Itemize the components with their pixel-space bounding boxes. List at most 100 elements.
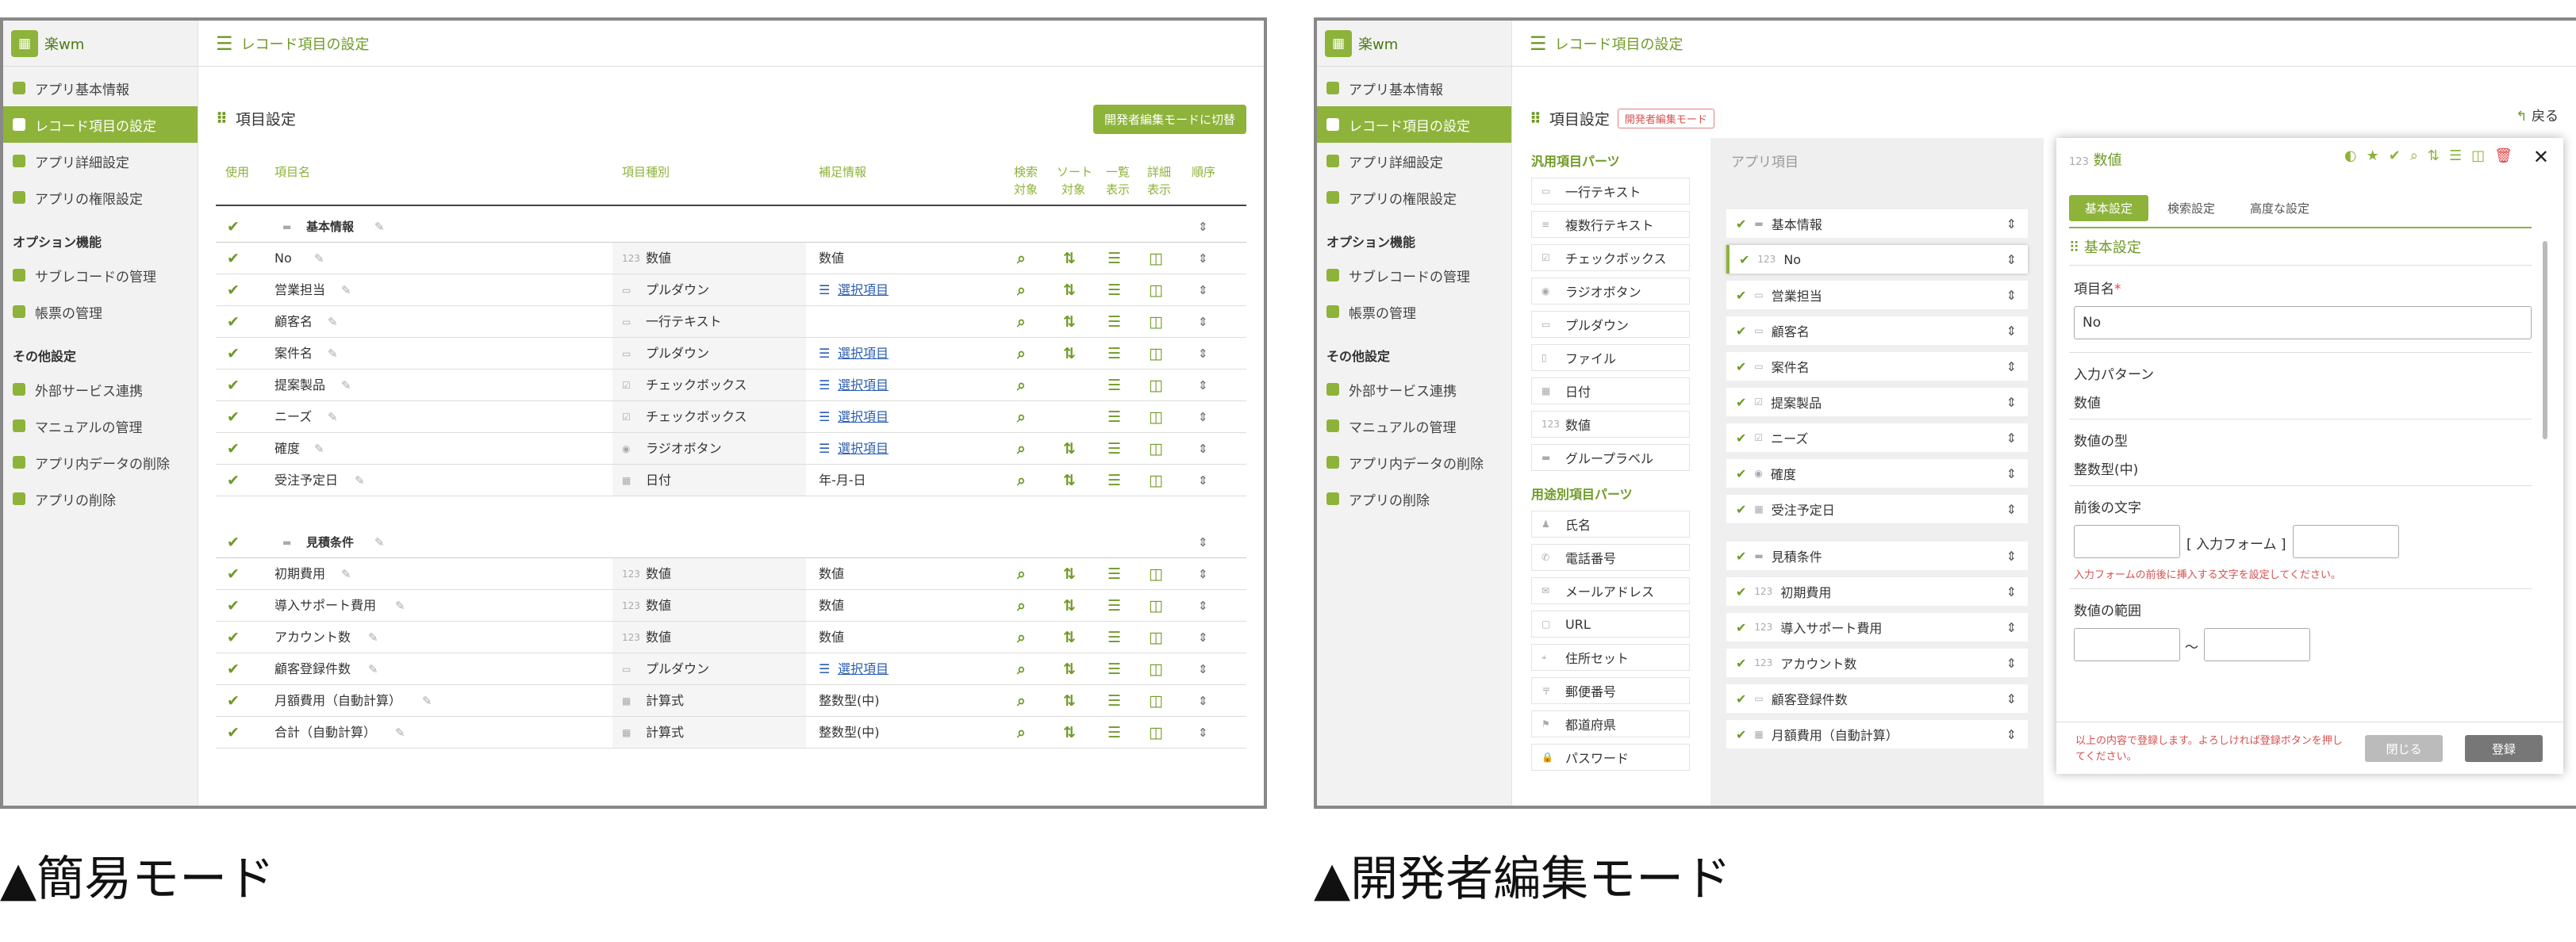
check-icon[interactable]: ✔ <box>1736 584 1746 599</box>
reorder-icon[interactable]: ⇕ <box>1198 717 1208 749</box>
reorder-icon[interactable]: ⇕ <box>2006 727 2017 742</box>
tab-advanced[interactable]: 高度な設定 <box>2234 195 2325 221</box>
field-name-input[interactable]: No <box>2074 306 2532 339</box>
check-icon[interactable]: ✔ <box>1736 656 1746 671</box>
list-view-icon[interactable]: ☰ <box>1108 433 1121 465</box>
app-item-row[interactable]: ✔ 123 初期費用 ⇕ <box>1726 577 2028 606</box>
palette-item[interactable]: ⚑ 都道府県 <box>1531 710 1690 737</box>
sidebar-item-external[interactable]: 外部サービス連携 <box>3 371 198 408</box>
app-item-row[interactable]: ✔ ▦ 月額費用（自動計算） ⇕ <box>1726 720 2028 749</box>
app-item-row[interactable]: ✔ ▭ 顧客名 ⇕ <box>1726 316 2028 345</box>
pencil-icon[interactable]: ✎ <box>314 433 324 465</box>
pencil-icon[interactable]: ✎ <box>374 527 385 558</box>
field-info[interactable]: 選択項目 <box>838 274 889 306</box>
detail-view-icon[interactable]: ◫ <box>1149 465 1163 496</box>
sort-icon[interactable]: ⇅ <box>1063 433 1076 465</box>
reorder-icon[interactable]: ⇕ <box>2006 656 2017 671</box>
palette-item[interactable]: ≡ 複数行テキスト <box>1531 211 1690 238</box>
detail-view-icon[interactable]: ◫ <box>1149 622 1163 653</box>
sort-icon[interactable]: ⇅ <box>1063 306 1076 338</box>
list-view-icon[interactable]: ☰ <box>1108 717 1121 749</box>
check-icon[interactable]: ✔ <box>227 433 240 465</box>
reorder-icon[interactable]: ⇕ <box>1198 274 1208 306</box>
check-icon[interactable]: ✔ <box>227 527 240 558</box>
reorder-icon[interactable]: ⇕ <box>2006 288 2017 303</box>
palette-item[interactable]: ▭ プルダウン <box>1531 311 1690 338</box>
pencil-icon[interactable]: ✎ <box>328 338 338 370</box>
check-icon[interactable]: ✔ <box>227 370 240 401</box>
sidebar-item-manual[interactable]: マニュアルの管理 <box>1317 408 1511 444</box>
close-button[interactable]: 閉じる <box>2365 735 2443 762</box>
app-item-row[interactable]: ✔ 123 アカウント数 ⇕ <box>1726 649 2028 677</box>
sort-icon[interactable]: ⇅ <box>1063 274 1076 306</box>
reorder-icon[interactable]: ⇕ <box>1198 306 1208 338</box>
app-item-row[interactable]: ✔ ▦ 受注予定日 ⇕ <box>1726 495 2028 523</box>
pencil-icon[interactable]: ✎ <box>395 717 405 749</box>
palette-item[interactable]: 〒 郵便番号 <box>1531 677 1690 704</box>
field-info[interactable]: 選択項目 <box>838 338 889 370</box>
reorder-icon[interactable]: ⇕ <box>1198 243 1208 274</box>
pencil-icon[interactable]: ✎ <box>355 465 365 496</box>
check-icon[interactable]: ✔ <box>227 622 240 653</box>
search-icon[interactable]: ⌕ <box>1017 558 1026 590</box>
range-max-input[interactable] <box>2204 628 2310 661</box>
pencil-icon[interactable]: ✎ <box>314 243 324 274</box>
list-view-icon[interactable]: ☰ <box>1108 685 1121 717</box>
detail-view-icon[interactable]: ◫ <box>1149 433 1163 465</box>
search-icon[interactable]: ⌕ <box>1017 243 1026 274</box>
reorder-icon[interactable]: ⇕ <box>1198 401 1208 433</box>
detail-view-icon[interactable]: ◫ <box>1149 685 1163 717</box>
sort-icon[interactable]: ⇅ <box>2428 147 2440 164</box>
reorder-icon[interactable]: ⇕ <box>2006 620 2017 635</box>
sidebar-item-permission[interactable]: アプリの権限設定 <box>1317 179 1511 216</box>
palette-item[interactable]: ♟ 氏名 <box>1531 511 1690 538</box>
sidebar-item-app-detail[interactable]: アプリ詳細設定 <box>1317 143 1511 179</box>
search-icon[interactable]: ⌕ <box>1017 465 1026 496</box>
palette-item[interactable]: ▭ 一行テキスト <box>1531 178 1690 205</box>
sidebar-item-app-basic[interactable]: アプリ基本情報 <box>3 70 198 106</box>
search-icon[interactable]: ⌕ <box>1017 590 1026 622</box>
detail-view-icon[interactable]: ◫ <box>1149 338 1163 370</box>
list-view-icon[interactable]: ☰ <box>1108 558 1121 590</box>
check-icon[interactable]: ✔ <box>1736 395 1746 410</box>
check-icon[interactable]: ✔ <box>1736 549 1746 564</box>
pencil-icon[interactable]: ✎ <box>328 306 338 338</box>
tab-basic[interactable]: 基本設定 <box>2069 195 2149 221</box>
reorder-icon[interactable]: ⇕ <box>1198 653 1208 685</box>
sidebar-item-delete-app[interactable]: アプリの削除 <box>3 481 198 517</box>
sidebar-item-subrecord[interactable]: サブレコードの管理 <box>1317 257 1511 293</box>
check-icon[interactable]: ✔ <box>227 274 240 306</box>
palette-item[interactable]: 123 数値 <box>1531 411 1690 438</box>
check-icon[interactable]: ✔ <box>227 685 240 717</box>
check-icon[interactable]: ✔ <box>227 211 240 243</box>
star-icon[interactable]: ★ <box>2367 147 2379 164</box>
check-icon[interactable]: ✔ <box>227 717 240 749</box>
list-view-icon[interactable]: ☰ <box>1108 274 1121 306</box>
sort-icon[interactable]: ⇅ <box>1063 622 1076 653</box>
app-item-row[interactable]: ✔ ▬ 基本情報 ⇕ <box>1726 209 2028 238</box>
check-icon[interactable]: ✔ <box>227 558 240 590</box>
reorder-icon[interactable]: ⇕ <box>2006 549 2017 564</box>
sort-icon[interactable]: ⇅ <box>1063 338 1076 370</box>
table-group-row[interactable]: ✔ ▬ 見積条件 ✎ ⇕ <box>216 527 1246 558</box>
reorder-icon[interactable]: ⇕ <box>2006 466 2017 481</box>
list-view-icon[interactable]: ☰ <box>1108 590 1121 622</box>
check-icon[interactable]: ✔ <box>227 243 240 274</box>
sidebar-item-subrecord[interactable]: サブレコードの管理 <box>3 257 198 293</box>
list-view-icon[interactable]: ☰ <box>1108 465 1121 496</box>
list-view-icon[interactable]: ☰ <box>1108 338 1121 370</box>
pencil-icon[interactable]: ✎ <box>374 211 385 243</box>
check-icon[interactable]: ✔ <box>2389 147 2401 164</box>
check-icon[interactable]: ✔ <box>1736 466 1746 481</box>
switch-dev-mode-button[interactable]: 開発者編集モードに切替 <box>1092 105 1246 134</box>
app-item-row[interactable]: ✔ ☑ ニーズ ⇕ <box>1726 423 2028 452</box>
sidebar-item-app-detail[interactable]: アプリ詳細設定 <box>3 143 198 179</box>
menu-icon[interactable]: ☰ <box>216 33 233 55</box>
search-icon[interactable]: ⌕ <box>1017 401 1026 433</box>
reorder-icon[interactable]: ⇕ <box>2006 691 2017 706</box>
register-button[interactable]: 登録 <box>2465 735 2543 762</box>
reorder-icon[interactable]: ⇕ <box>2006 584 2017 599</box>
detail-view-icon[interactable]: ◫ <box>1149 274 1163 306</box>
pencil-icon[interactable]: ✎ <box>341 558 351 590</box>
pencil-icon[interactable]: ✎ <box>341 370 351 401</box>
